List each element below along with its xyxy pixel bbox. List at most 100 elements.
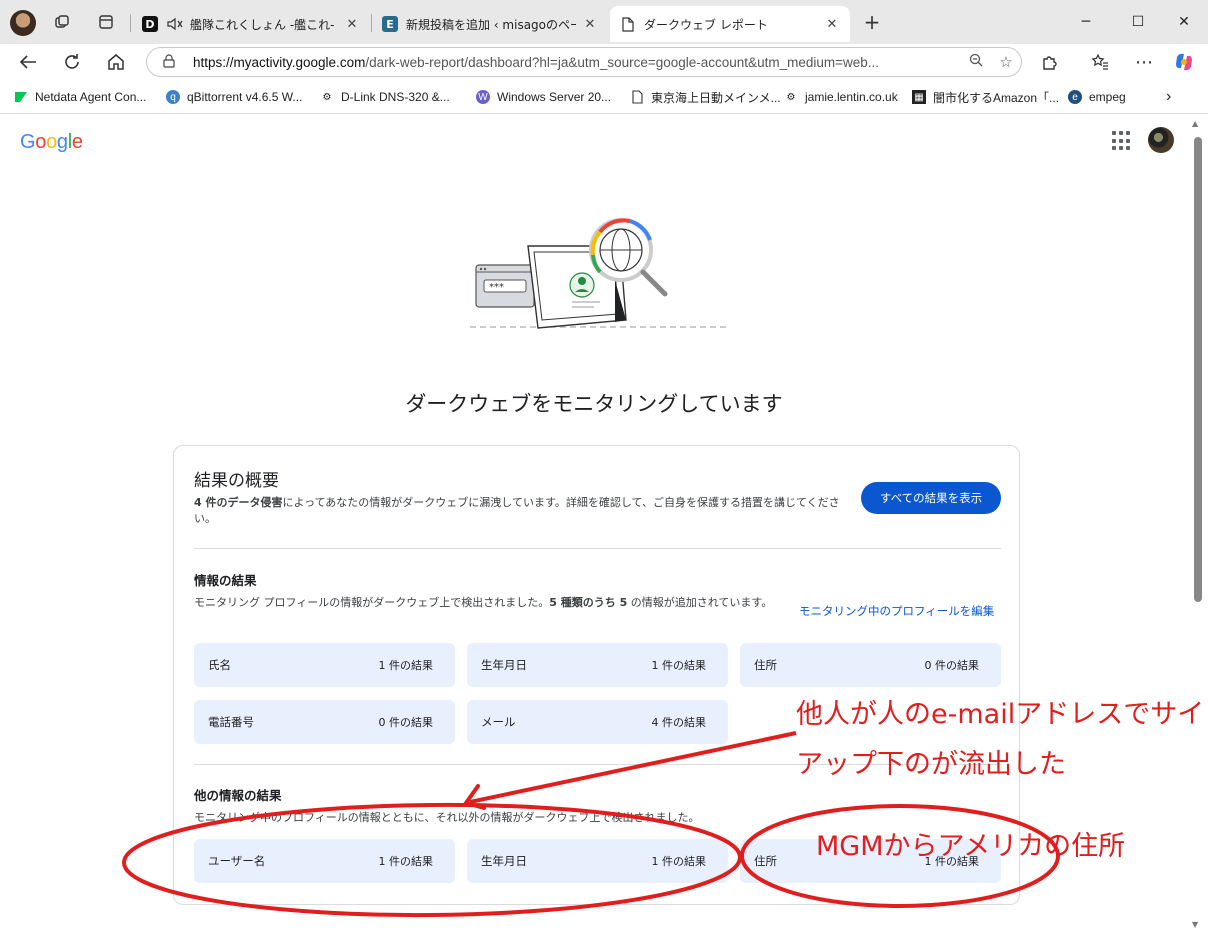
bookmark-label: qBittorrent v4.6.5 W...: [187, 90, 303, 104]
home-icon[interactable]: [102, 48, 130, 76]
bookmark-label: 闇市化するAmazon「...: [933, 90, 1060, 105]
tab-label: ダークウェブ レポート: [644, 17, 768, 32]
close-tab-icon[interactable]: ✕: [582, 17, 598, 32]
breach-count: 4 件のデータ侵害: [194, 496, 283, 509]
divider: [194, 548, 1001, 549]
result-count: 1 件の結果: [378, 659, 434, 672]
more-bookmarks-chevron-icon[interactable]: ›: [1166, 88, 1171, 106]
new-tab-button[interactable]: +: [860, 10, 884, 34]
bookmark-netdata[interactable]: Netdata Agent Con...: [14, 88, 146, 106]
extensions-icon[interactable]: [1036, 48, 1064, 76]
scroll-down-arrow-icon[interactable]: ▼: [1192, 920, 1198, 929]
results-summary-card: 結果の概要 4 件のデータ侵害によってあなたの情報がダークウェブに漏洩しています…: [173, 445, 1020, 905]
edit-monitoring-profile-link[interactable]: モニタリング中のプロフィールを編集: [799, 603, 994, 619]
refresh-icon[interactable]: [58, 48, 86, 76]
desc-text: モニタリング プロフィールの情報がダークウェブ上で検出されました。: [194, 596, 550, 609]
wordpress-icon: W: [476, 90, 490, 104]
bookmark-label: 東京海上日動メインメ...: [651, 90, 781, 105]
result-count: 4 件の結果: [651, 716, 707, 729]
tab-bar: D 艦隊これくしょん -艦これ- - オンラ ✕ E 新規投稿を追加 ‹ mis…: [0, 0, 1208, 44]
result-label: 住所: [754, 658, 777, 672]
back-arrow-icon[interactable]: [14, 48, 42, 76]
maximize-icon[interactable]: ☐: [1120, 8, 1156, 36]
bookmark-label: Netdata Agent Con...: [35, 90, 147, 104]
view-all-results-button[interactable]: すべての結果を表示: [861, 482, 1001, 514]
bookmark-label: Windows Server 20...: [497, 90, 612, 104]
result-label: 生年月日: [481, 658, 527, 672]
gear-icon: ⚙: [786, 91, 796, 103]
scrollbar-thumb[interactable]: [1194, 137, 1202, 602]
url-text[interactable]: https://myactivity.google.com/dark-web-r…: [193, 55, 961, 70]
profile-avatar[interactable]: [10, 10, 36, 36]
bookmark-tokio-marine[interactable]: 東京海上日動メインメ...: [630, 88, 781, 106]
url-host: https://myactivity.google.com: [193, 54, 366, 70]
url-path: /dark-web-report/dashboard?hl=ja&utm_sou…: [365, 54, 879, 70]
minimize-icon[interactable]: ─: [1068, 8, 1104, 36]
divider: [194, 764, 1001, 765]
site-favicon-icon: ▦: [912, 90, 926, 104]
vertical-tabs-icon[interactable]: [94, 10, 118, 34]
document-icon: [630, 90, 644, 104]
bookmark-label: empeg: [1089, 90, 1126, 104]
summary-description: によってあなたの情報がダークウェブに漏洩しています。詳細を確認して、ご自身を保護…: [194, 496, 840, 525]
qbittorrent-icon: q: [166, 90, 180, 104]
result-tile-username[interactable]: ユーザー名 1 件の結果: [194, 839, 455, 883]
account-avatar[interactable]: [1148, 127, 1174, 153]
result-tile-phone[interactable]: 電話番号 0 件の結果: [194, 700, 455, 744]
result-label: ユーザー名: [208, 854, 266, 868]
gear-icon: ⚙: [322, 91, 332, 103]
bookmark-amazon-article[interactable]: ▦ 闇市化するAmazon「...: [912, 88, 1059, 106]
other-results-description: モニタリング中のプロフィールの情報とともに、それ以外の情報がダークウェブ上で検出…: [194, 811, 700, 824]
bookmark-dlink[interactable]: ⚙ D-Link DNS-320 &...: [320, 88, 450, 106]
tab-label: 艦隊これくしょん -艦これ- - オンラ: [190, 17, 338, 32]
summary-text: 4 件のデータ侵害によってあなたの情報がダークウェブに漏洩しています。詳細を確認…: [194, 495, 854, 527]
close-tab-icon[interactable]: ✕: [344, 17, 360, 32]
copilot-icon[interactable]: [1170, 48, 1198, 76]
close-window-icon[interactable]: ✕: [1166, 8, 1202, 36]
page-content: Google *** ダークウェブをモニタリングしています 結果の概要 4 件の…: [0, 115, 1208, 942]
result-label: メール: [481, 715, 516, 729]
bookmark-empeg[interactable]: e empeg: [1068, 88, 1126, 106]
bookmarks-bar: Netdata Agent Con... q qBittorrent v4.6.5…: [0, 80, 1208, 114]
favorites-icon[interactable]: [1086, 48, 1114, 76]
result-count: 0 件の結果: [378, 716, 434, 729]
netdata-icon: [14, 90, 28, 104]
more-menu-icon[interactable]: ⋯: [1130, 48, 1158, 76]
tab-misago[interactable]: E 新規投稿を追加 ‹ misagoのページ – ✕: [372, 6, 608, 42]
result-tile-name[interactable]: 氏名 1 件の結果: [194, 643, 455, 687]
google-logo[interactable]: Google: [20, 131, 83, 154]
empeg-icon: e: [1068, 90, 1082, 104]
workspaces-icon[interactable]: [50, 10, 74, 34]
result-tile-address[interactable]: 住所 0 件の結果: [740, 643, 1001, 687]
result-tile-other-address[interactable]: 住所 1 件の結果: [740, 839, 1001, 883]
page-scrollbar[interactable]: ▲ ▼: [1188, 115, 1208, 942]
desc-text: の情報が追加されています。: [627, 596, 773, 609]
muted-speaker-icon[interactable]: [166, 16, 184, 32]
result-count: 1 件の結果: [378, 855, 434, 868]
result-tile-other-birthdate[interactable]: 生年月日 1 件の結果: [467, 839, 728, 883]
svg-text:***: ***: [489, 282, 504, 293]
dark-web-monitoring-illustration: ***: [470, 218, 730, 329]
site-info-lock-icon[interactable]: [163, 53, 179, 71]
result-count: 1 件の結果: [651, 659, 707, 672]
bookmark-qbittorrent[interactable]: q qBittorrent v4.6.5 W...: [166, 88, 302, 106]
document-icon: [620, 16, 636, 32]
bookmark-windows-server[interactable]: W Windows Server 20...: [476, 88, 611, 106]
zoom-icon[interactable]: [961, 53, 991, 71]
tab-dark-web-report[interactable]: ダークウェブ レポート ✕: [610, 6, 850, 42]
address-bar[interactable]: https://myactivity.google.com/dark-web-r…: [146, 47, 1022, 77]
info-results-heading: 情報の結果: [194, 573, 257, 588]
favorite-star-icon[interactable]: ☆: [991, 53, 1021, 71]
result-tile-email[interactable]: メール 4 件の結果: [467, 700, 728, 744]
close-tab-icon[interactable]: ✕: [824, 17, 840, 32]
bookmark-jamie-lentin[interactable]: ⚙ jamie.lentin.co.uk: [784, 88, 898, 106]
navigation-toolbar: https://myactivity.google.com/dark-web-r…: [0, 44, 1208, 80]
result-count: 0 件の結果: [924, 659, 980, 672]
result-tile-birthdate[interactable]: 生年月日 1 件の結果: [467, 643, 728, 687]
site-favicon-icon: E: [382, 16, 398, 32]
scroll-up-arrow-icon[interactable]: ▲: [1192, 119, 1198, 128]
google-apps-icon[interactable]: [1112, 131, 1132, 151]
result-label: 電話番号: [208, 715, 254, 729]
tab-separator: [130, 14, 131, 32]
tab-kancolle[interactable]: D 艦隊これくしょん -艦これ- - オンラ ✕: [132, 6, 370, 42]
